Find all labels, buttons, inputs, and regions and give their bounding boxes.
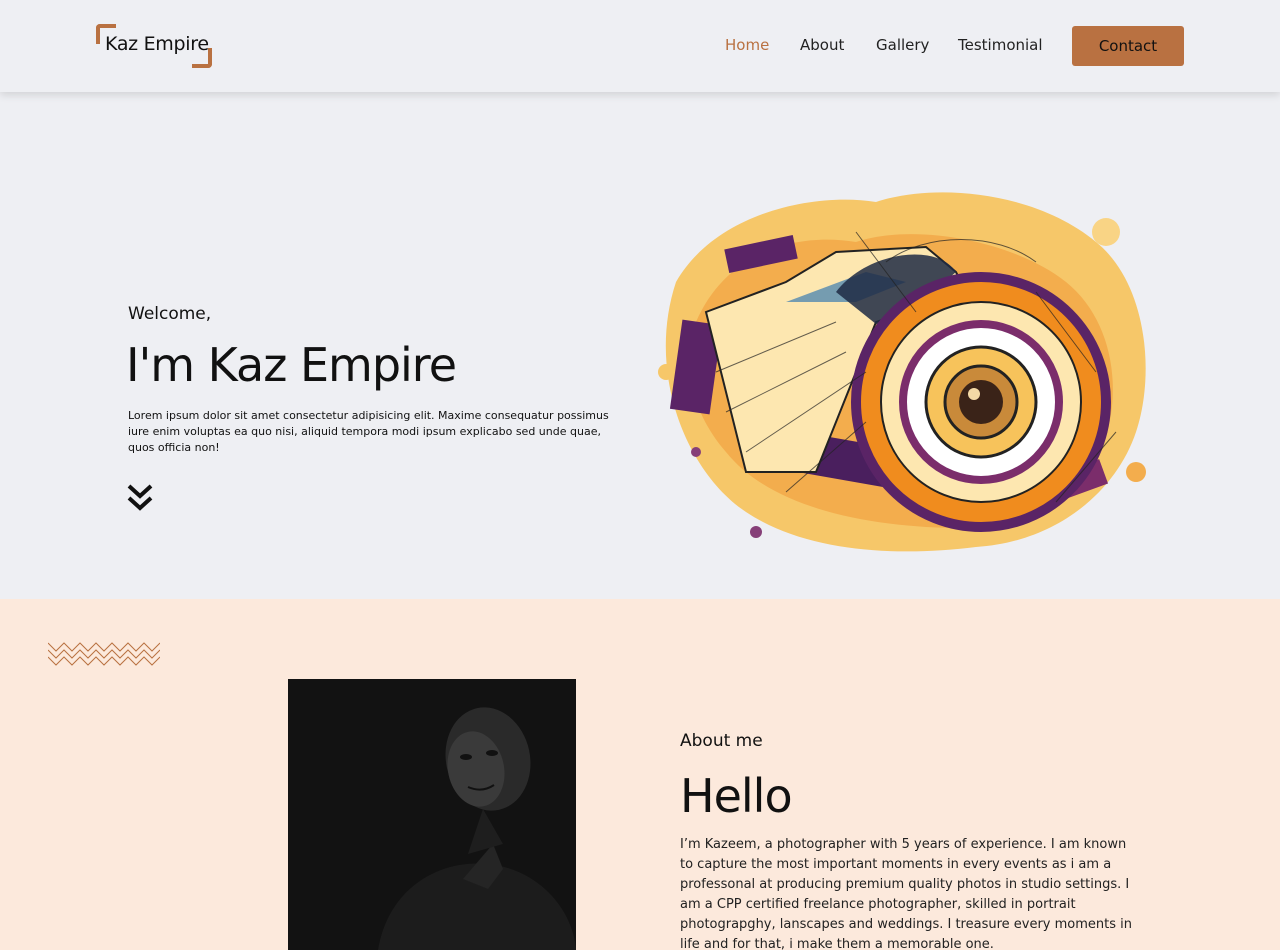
camera-illustration xyxy=(636,172,1156,562)
zigzag-decoration xyxy=(47,639,161,667)
about-text: I’m Kazeem, a photographer with 5 years … xyxy=(680,837,1133,950)
nav-testimonial[interactable]: Testimonial xyxy=(958,36,1043,54)
logo-bracket-bottom-right xyxy=(192,48,212,68)
about-label: About me xyxy=(680,731,763,751)
about-title: Hello xyxy=(680,769,793,823)
logo[interactable]: Kaz Empire xyxy=(96,24,212,68)
site-header: Kaz Empire Home About Gallery Testimonia… xyxy=(0,0,1280,92)
hero-title: I'm Kaz Empire xyxy=(126,338,457,392)
hero-description: Lorem ipsum dolor sit amet consectetur a… xyxy=(128,409,609,454)
about-section: About me Hello I’m Kazeem, a photographe… xyxy=(0,599,1280,950)
portrait-photo xyxy=(288,679,576,950)
contact-button[interactable]: Contact xyxy=(1072,26,1184,66)
hero-section: Welcome, I'm Kaz Empire Lorem ipsum dolo… xyxy=(0,92,1280,599)
nav-home[interactable]: Home xyxy=(725,36,769,54)
chevron-double-down-icon[interactable] xyxy=(126,482,154,514)
hero-welcome: Welcome, xyxy=(128,304,212,324)
nav-gallery[interactable]: Gallery xyxy=(876,36,929,54)
nav-about[interactable]: About xyxy=(800,36,844,54)
